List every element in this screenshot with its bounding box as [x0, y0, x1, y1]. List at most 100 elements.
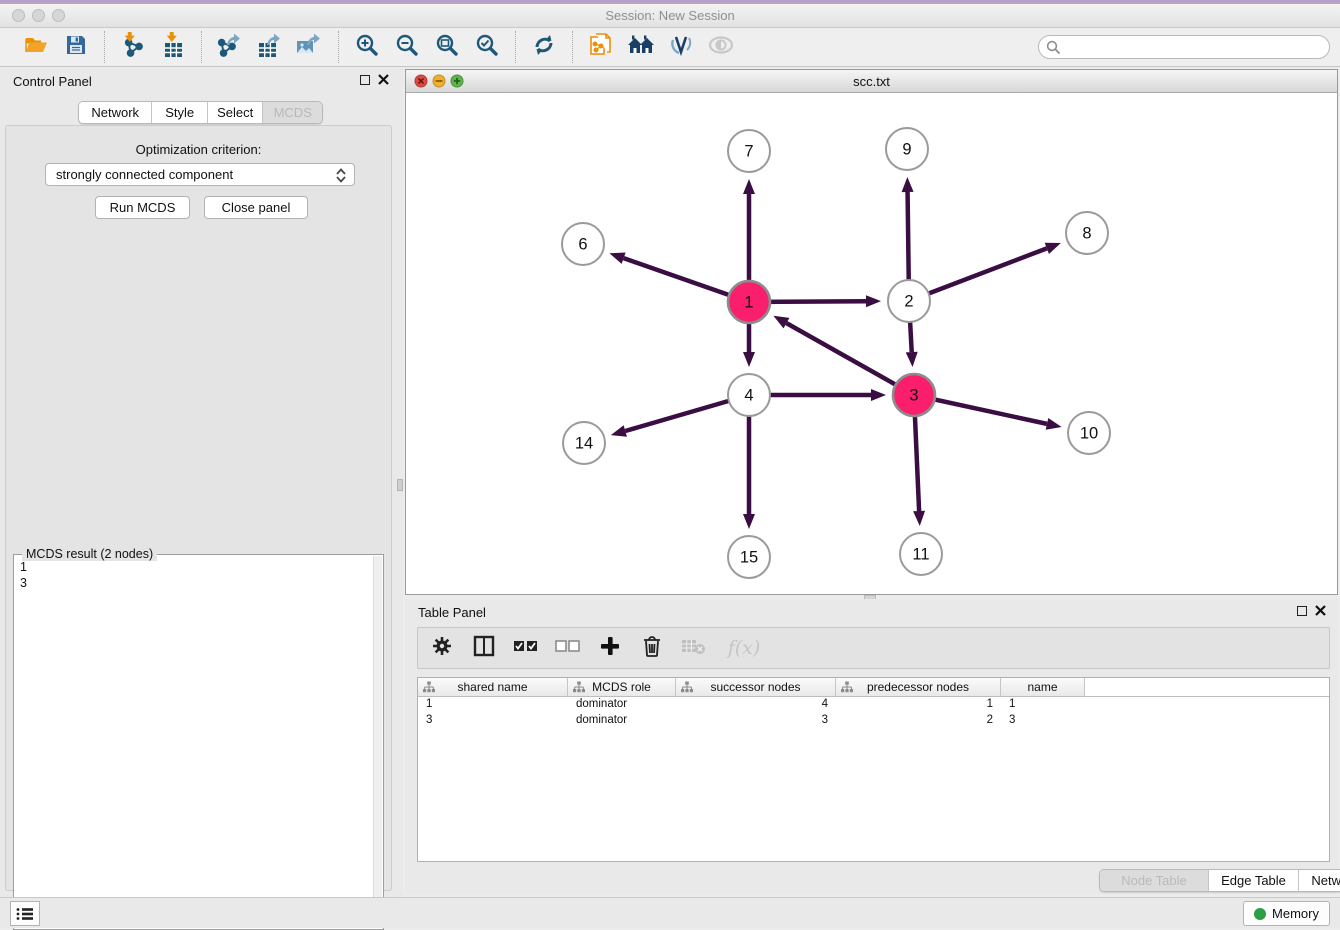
node-table: shared nameMCDS rolesuccessor nodesprede…: [417, 677, 1330, 862]
close-panel-icon[interactable]: [378, 74, 389, 86]
table-cell[interactable]: dominator: [568, 697, 676, 713]
open-session-button[interactable]: [16, 31, 56, 63]
show-hide-icon: [706, 32, 736, 63]
delete-table-icon: [681, 636, 707, 661]
mcds-tab-content: Optimization criterion: strongly connect…: [5, 125, 392, 891]
graph-node-label-7: 7: [744, 143, 753, 161]
column-header-predecessor-nodes[interactable]: predecessor nodes: [836, 678, 1001, 696]
tab-select[interactable]: Select: [207, 102, 263, 123]
column-settings-button[interactable]: [428, 634, 456, 662]
mcds-result-title: MCDS result (2 nodes): [22, 547, 157, 561]
table-toolbar: f(x): [417, 627, 1330, 669]
vertical-splitter[interactable]: [397, 68, 403, 897]
mcds-result-text[interactable]: 1 3: [20, 559, 27, 591]
table-row[interactable]: 3dominator323: [418, 713, 1329, 729]
table-cell[interactable]: 1: [836, 697, 1001, 713]
main-toolbar: [0, 28, 1340, 67]
show-hide-button: [701, 31, 741, 63]
import-network-icon: [118, 32, 148, 63]
zoom-in-button[interactable]: [347, 31, 387, 63]
export-image-button[interactable]: [290, 31, 330, 63]
unselect-all-columns-button[interactable]: [554, 634, 582, 662]
mcds-result-box: MCDS result (2 nodes) 1 3: [13, 554, 384, 930]
tab-node-table[interactable]: Node Table: [1100, 870, 1208, 891]
zoom-out-button[interactable]: [387, 31, 427, 63]
column-header-name[interactable]: name: [1001, 678, 1085, 696]
zoom-selected-button[interactable]: [467, 31, 507, 63]
table-cell[interactable]: 1: [1001, 697, 1085, 713]
table-float-panel-icon[interactable]: [1297, 606, 1307, 616]
network-canvas[interactable]: 7968124314101511: [406, 93, 1337, 594]
save-session-button[interactable]: [56, 31, 96, 63]
create-column-button[interactable]: [596, 634, 624, 662]
table-cell[interactable]: 4: [676, 697, 836, 713]
delete-columns-icon: [642, 635, 662, 662]
select-stepper-icon: [336, 168, 346, 186]
criterion-value: strongly connected component: [56, 167, 233, 182]
delete-columns-button[interactable]: [638, 634, 666, 662]
graph-edge-2-8[interactable]: [909, 248, 1047, 301]
save-session-icon: [63, 32, 89, 63]
task-history-button[interactable]: [10, 901, 40, 926]
table-row[interactable]: 1dominator411: [418, 697, 1329, 713]
column-type-icon: [423, 681, 435, 696]
table-cell[interactable]: 2: [836, 713, 1001, 729]
column-settings-icon: [431, 635, 453, 662]
column-header-MCDS-role[interactable]: MCDS role: [568, 678, 676, 696]
table-cell[interactable]: dominator: [568, 713, 676, 729]
table-cell[interactable]: 3: [676, 713, 836, 729]
network-window-titlebar[interactable]: scc.txt: [406, 70, 1337, 93]
application-window: Session: New Session Control Panel Netwo…: [0, 0, 1340, 926]
result-scrollbar[interactable]: [373, 556, 382, 928]
zoom-fit-icon: [434, 32, 460, 63]
tab-mcds[interactable]: MCDS: [262, 102, 322, 123]
column-header-shared-name[interactable]: shared name: [418, 678, 568, 696]
column-type-icon: [573, 681, 585, 696]
search-input[interactable]: [1038, 35, 1330, 59]
control-panel-title: Control Panel: [13, 74, 92, 89]
export-table-button[interactable]: [250, 31, 290, 63]
criterion-select[interactable]: strongly connected component: [45, 163, 355, 186]
memory-button[interactable]: Memory: [1243, 901, 1330, 926]
memory-status-icon: [1254, 908, 1266, 920]
column-header-successor-nodes[interactable]: successor nodes: [676, 678, 836, 696]
list-icon: [16, 907, 34, 921]
table-tabs: Node TableEdge TableNetwork TableMotifs: [1099, 869, 1340, 892]
network-from-selection-button[interactable]: [581, 31, 621, 63]
import-table-icon: [158, 32, 188, 63]
show-columns-button[interactable]: [470, 634, 498, 662]
table-close-panel-icon[interactable]: [1315, 605, 1326, 617]
search-icon: [1046, 40, 1060, 59]
export-network-button[interactable]: [210, 31, 250, 63]
apply-layout-button[interactable]: [524, 31, 564, 63]
graph-arrowhead-1-2: [866, 295, 881, 307]
tab-network[interactable]: Network: [79, 102, 151, 123]
graph-node-label-3: 3: [909, 387, 918, 405]
home-button[interactable]: [621, 31, 661, 63]
home-icon: [626, 32, 656, 63]
table-cell[interactable]: 3: [1001, 713, 1085, 729]
zoom-selected-icon: [474, 32, 500, 63]
tab-network-table[interactable]: Network Table: [1298, 870, 1340, 891]
tab-edge-table[interactable]: Edge Table: [1208, 870, 1298, 891]
column-type-icon: [841, 681, 853, 696]
network-title: scc.txt: [406, 74, 1337, 89]
control-panel: Control Panel NetworkStyleSelectMCDS Opt…: [0, 68, 397, 897]
select-all-columns-button[interactable]: [512, 634, 540, 662]
graph-node-label-1: 1: [744, 294, 753, 312]
table-cell[interactable]: 1: [418, 697, 568, 713]
graph-node-label-9: 9: [902, 141, 911, 159]
zoom-fit-button[interactable]: [427, 31, 467, 63]
graph-arrowhead-1-4: [743, 352, 755, 367]
run-mcds-button[interactable]: Run MCDS: [95, 196, 190, 219]
zoom-out-icon: [394, 32, 420, 63]
import-table-button[interactable]: [153, 31, 193, 63]
close-panel-button[interactable]: Close panel: [204, 196, 308, 219]
import-network-button[interactable]: [113, 31, 153, 63]
open-session-icon: [23, 32, 49, 63]
table-cell[interactable]: 3: [418, 713, 568, 729]
export-network-icon: [215, 32, 245, 63]
float-panel-icon[interactable]: [360, 75, 370, 85]
tab-style[interactable]: Style: [151, 102, 207, 123]
cyndex-button[interactable]: [661, 31, 701, 63]
